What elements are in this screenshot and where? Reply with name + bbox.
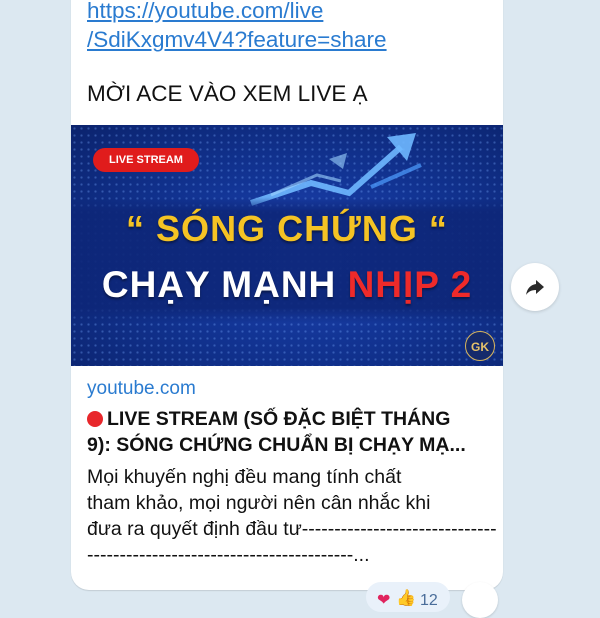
link-line-1[interactable]: https://youtube.com/live [87, 0, 503, 25]
red-circle-icon [87, 411, 103, 427]
thumbs-up-icon: 👍 [396, 590, 416, 607]
message-text: MỜI ACE VÀO XEM LIVE Ạ [87, 81, 368, 106]
share-arrow-icon [526, 280, 544, 295]
reactions-bar[interactable]: ❤ 👍 12 [366, 582, 450, 612]
preview-domain[interactable]: youtube.com [87, 378, 196, 400]
video-thumbnail[interactable]: LIVE STREAM “ SÓNG CHỨNG “ CHẠY MẠNH NHỊ… [71, 125, 503, 366]
preview-title-line-2: 9): SÓNG CHỨNG CHUẨN BỊ CHẠY MẠ... [87, 434, 466, 456]
title-white-part: CHẠY MẠNH [101, 264, 348, 305]
live-stream-badge: LIVE STREAM [93, 148, 199, 172]
desc-line: ----------------------------------------… [87, 544, 370, 566]
link-line-2[interactable]: /SdiKxgmv4V4?feature=share [87, 25, 503, 54]
thumbnail-title-line-2: CHẠY MẠNH NHỊP 2 [71, 264, 503, 306]
heart-icon: ❤ [377, 592, 391, 609]
thumbnail-title-line-1: “ SÓNG CHỨNG “ [126, 208, 448, 249]
desc-line: Mọi khuyến nghị đều mang tính chất [87, 466, 402, 488]
preview-description: Mọi khuyến nghị đều mang tính chất tham … [87, 464, 497, 568]
preview-title[interactable]: LIVE STREAM (SỐ ĐẶC BIỆT THÁNG 9): SÓNG … [87, 406, 492, 458]
preview-title-line-1: LIVE STREAM (SỐ ĐẶC BIỆT THÁNG [87, 406, 492, 432]
youtube-link[interactable]: https://youtube.com/live /SdiKxgmv4V4?fe… [87, 0, 503, 54]
title-red-part: NHỊP 2 [347, 264, 473, 305]
add-reaction-button[interactable] [462, 582, 498, 618]
desc-line: đưa ra quyết định đầu tư----------------… [87, 518, 497, 540]
channel-logo: GK [465, 331, 495, 361]
reaction-count: 12 [420, 592, 438, 609]
message-bubble: https://youtube.com/live /SdiKxgmv4V4?fe… [71, 0, 503, 590]
desc-line: tham khảo, mọi người nên cân nhắc khi [87, 492, 431, 514]
share-button[interactable] [511, 263, 559, 311]
